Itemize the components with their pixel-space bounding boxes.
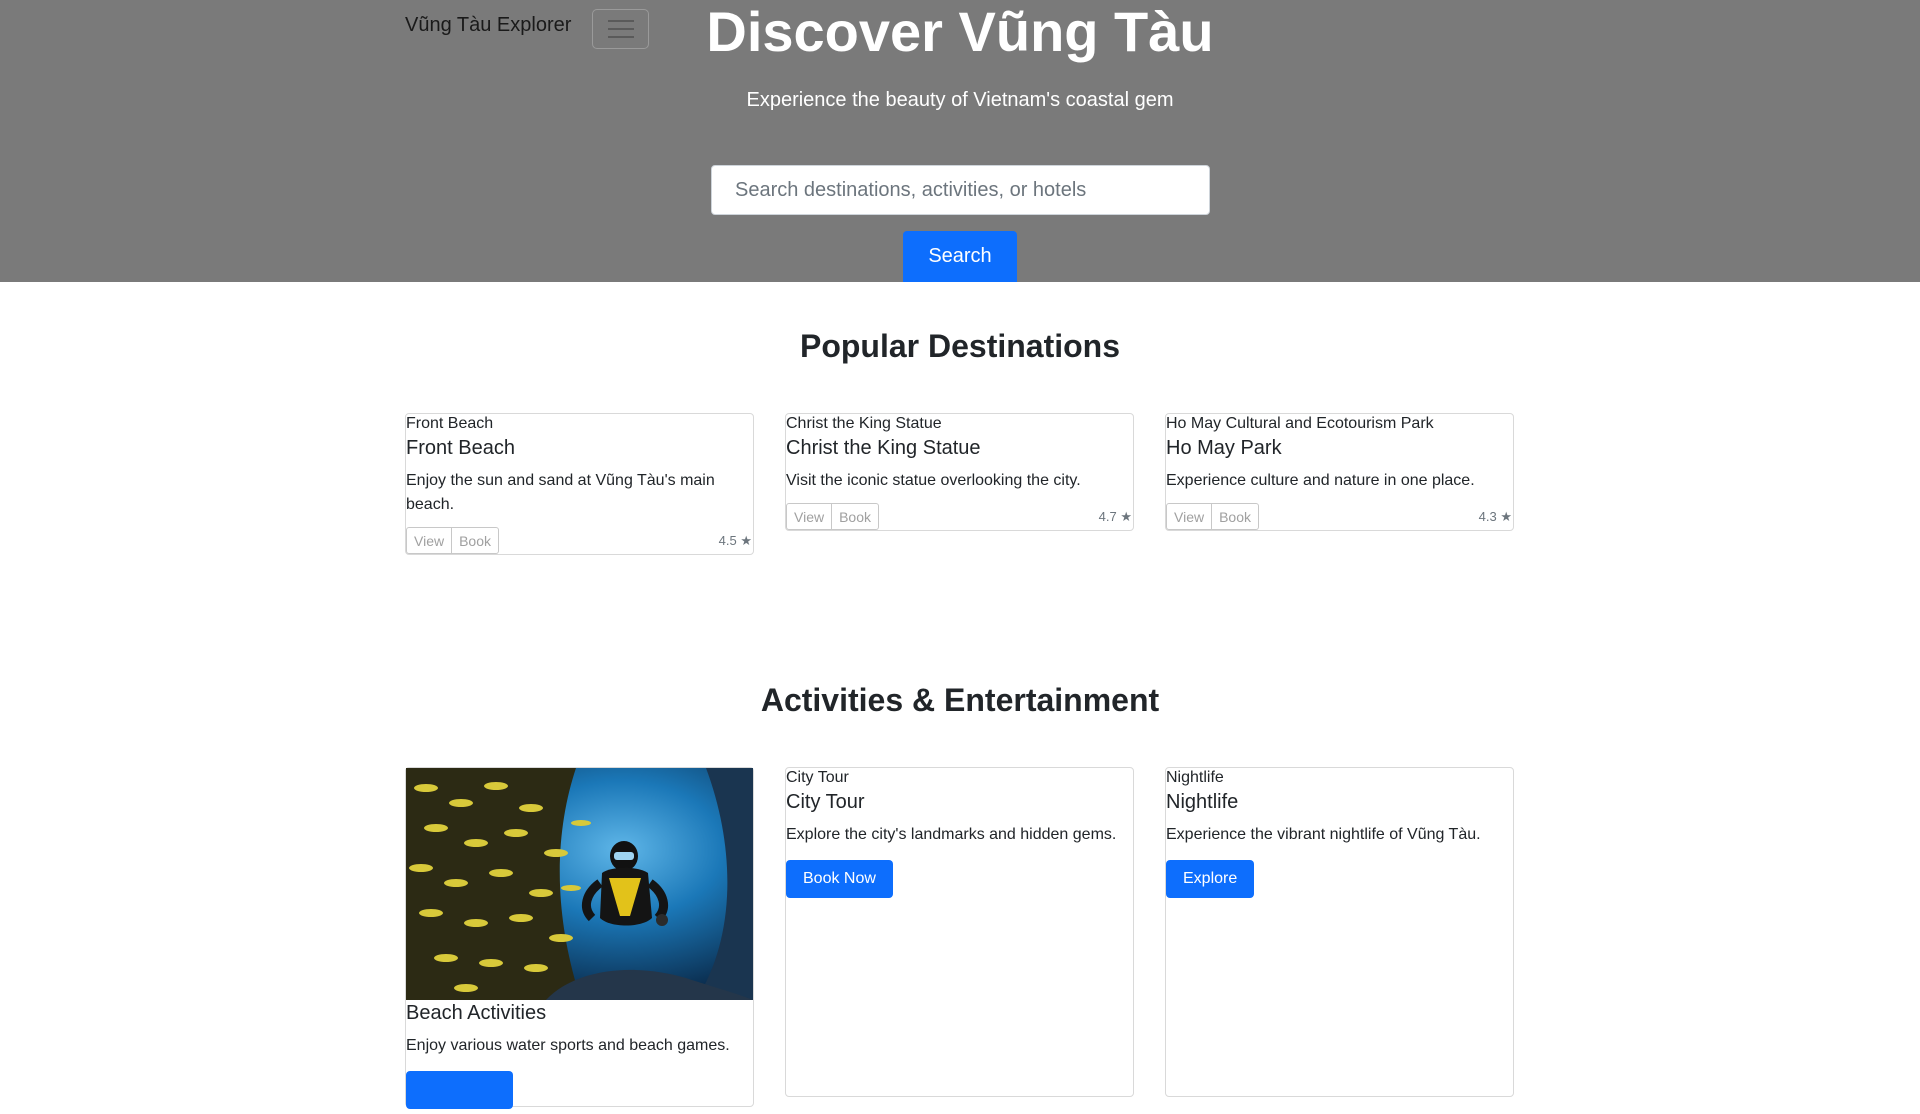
activity-image: City Tour <box>786 769 849 786</box>
book-now-button[interactable]: Book Now <box>786 860 893 898</box>
destination-card: Ho May Cultural and Ecotourism Park Ho M… <box>1165 413 1514 531</box>
destination-card: Front Beach Front Beach Enjoy the sun an… <box>405 413 754 555</box>
view-button[interactable]: View <box>1166 503 1213 530</box>
destination-button-group: View Book <box>1166 503 1260 530</box>
book-button[interactable]: Book <box>452 527 500 554</box>
destination-title: Ho May Park <box>1166 437 1282 459</box>
destination-card-footer: View Book 4.5 ★ <box>406 527 753 554</box>
destination-button-group: View Book <box>406 527 500 554</box>
activity-title: Nightlife <box>1166 791 1239 813</box>
destinations-heading: Popular Destinations <box>799 328 1121 364</box>
activity-card: Beach Activities Enjoy various water spo… <box>405 767 754 1109</box>
activity-title: Beach Activities <box>406 1002 547 1024</box>
activity-title: City Tour <box>786 791 865 813</box>
destination-card-footer: View Book 4.3 ★ <box>1166 503 1513 530</box>
hero-section: Vũng Tàu Explorer Discover Vũng Tàu Expe… <box>0 0 1920 282</box>
destination-card: Christ the King Statue Christ the King S… <box>785 413 1134 531</box>
rating-badge: 4.7 ★ <box>1098 508 1132 524</box>
hero-subtitle: Experience the beauty of Vietnam's coast… <box>746 89 1174 111</box>
destination-button-group: View Book <box>786 503 880 530</box>
activity-action-button[interactable] <box>406 1071 513 1109</box>
book-button[interactable]: Book <box>832 503 880 530</box>
explore-button[interactable]: Explore <box>1166 860 1255 898</box>
search-button[interactable]: Search <box>903 231 1017 282</box>
activity-description: Enjoy various water sports and beach gam… <box>406 1037 730 1054</box>
view-button[interactable]: View <box>406 527 453 554</box>
activity-image: Nightlife <box>1166 769 1224 786</box>
scuba-diver-photo <box>406 768 753 1000</box>
destination-description: Experience culture and nature in one pla… <box>1166 472 1475 489</box>
activity-description: Experience the vibrant nightlife of Vũng… <box>1166 826 1481 843</box>
activity-card: Nightlife Nightlife Experience the vibra… <box>1165 767 1514 1097</box>
destination-title: Front Beach <box>406 437 515 459</box>
activity-description: Explore the city's landmarks and hidden … <box>786 826 1117 843</box>
hero-title: Discover Vũng Tàu <box>706 0 1214 63</box>
destination-title: Christ the King Statue <box>786 437 981 459</box>
book-button[interactable]: Book <box>1212 503 1260 530</box>
view-button[interactable]: View <box>786 503 833 530</box>
search-input[interactable] <box>711 165 1210 215</box>
destination-image: Front Beach <box>406 415 494 432</box>
activity-card: City Tour City Tour Explore the city's l… <box>785 767 1134 1097</box>
destination-description: Enjoy the sun and sand at Vũng Tàu's mai… <box>406 472 715 513</box>
destination-card-footer: View Book 4.7 ★ <box>786 503 1133 530</box>
rating-badge: 4.3 ★ <box>1478 508 1512 524</box>
destination-description: Visit the iconic statue overlooking the … <box>786 472 1081 489</box>
rating-badge: 4.5 ★ <box>718 532 752 548</box>
destination-image: Ho May Cultural and Ecotourism Park <box>1166 415 1434 432</box>
activities-heading: Activities & Entertainment <box>760 682 1160 718</box>
destination-image: Christ the King Statue <box>786 415 942 432</box>
